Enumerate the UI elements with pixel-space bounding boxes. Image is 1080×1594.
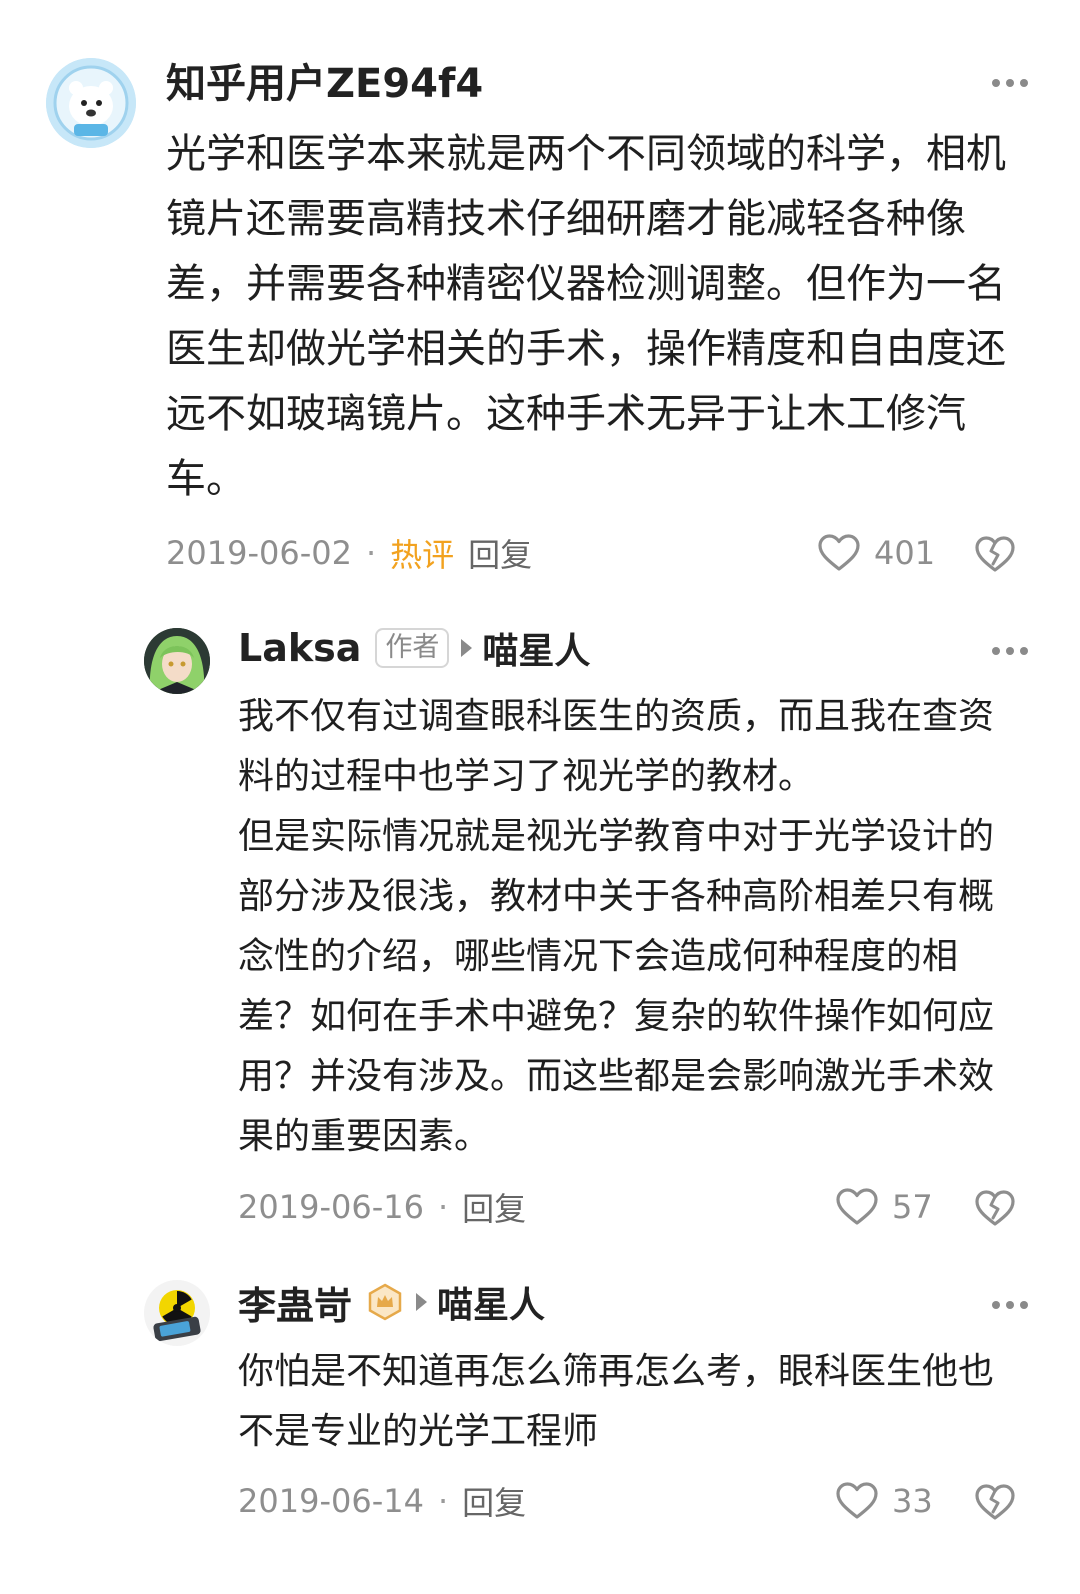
name-row: 知乎用户ZE94f4 [166,50,483,110]
reply-button[interactable]: 回复 [462,1478,526,1524]
like-count: 33 [892,1482,933,1520]
name-row: Laksa 作者 喵星人 [238,618,590,678]
comment-date: 2019-06-16 [238,1188,424,1226]
comment-date: 2019-06-14 [238,1482,424,1520]
author-badge: 作者 [375,628,450,668]
meta-separator: · [437,1188,449,1226]
comment-date: 2019-06-02 [166,534,352,572]
comment-2: Laksa 作者 喵星人 我不仅有过调查眼科医生的资质，而且我在查资料的过程中也… [0,600,1080,1240]
comment-text: 光学和医学本来就是两个不同领域的科学，相机镜片还需要高精技术仔细研磨才能减轻各种… [166,131,1006,502]
like-button[interactable]: 57 [836,1185,933,1229]
comment-1: 知乎用户ZE94f4 光学和医学本来就是两个不同领域的科学，相机镜片还需要高精技… [0,0,1080,590]
hot-comment-badge: 热评 [390,536,455,574]
comment-3: 李蛊岢 喵星人 你怕是不知道再怎么筛再怎么考，眼科医生他也不是专业的光学工程师 … [0,1255,1080,1555]
comment-text: 你怕是不知道再怎么筛再怎么考，眼科医生他也不是专业的光学工程师 [238,1351,995,1452]
meta-separator: · [437,1482,449,1520]
comment-meta: 2019-06-02 · 热评 回复 [166,530,532,576]
username[interactable]: 知乎用户ZE94f4 [166,51,483,109]
like-button[interactable]: 33 [836,1479,933,1523]
name-row: 李蛊岢 喵星人 [238,1272,545,1332]
like-count: 57 [892,1188,933,1226]
dislike-button[interactable] [975,535,1015,577]
like-button[interactable]: 401 [818,530,935,576]
reply-button[interactable]: 回复 [468,530,532,576]
broken-heart-icon [975,1190,1015,1226]
more-dots-icon[interactable] [992,647,1028,657]
heart-icon [818,534,860,571]
dislike-button[interactable] [975,1189,1015,1231]
comment-meta: 2019-06-14 · 回复 [238,1479,526,1523]
radiation-phone-avatar [144,1280,210,1346]
dislike-button[interactable] [975,1483,1015,1525]
broken-heart-icon [975,536,1015,572]
anime-girl-avatar [144,628,210,694]
heart-icon [836,1188,878,1225]
username[interactable]: 李蛊岢 [238,1275,352,1330]
reply-target-username[interactable]: 喵星人 [482,622,590,674]
crown-badge-icon [366,1283,404,1321]
reply-button[interactable]: 回复 [462,1184,526,1230]
polar-bear-astronaut-avatar [46,58,136,148]
avatar[interactable] [144,628,210,694]
avatar[interactable] [46,58,136,148]
more-dots-icon[interactable] [992,1301,1028,1311]
heart-icon [836,1482,878,1519]
more-dots-icon[interactable] [992,79,1028,89]
broken-heart-icon [975,1484,1015,1520]
comment-text: 我不仅有过调查眼科医生的资质，而且我在查资料的过程中也学习了视光学的教材。 但是… [238,696,995,1157]
avatar[interactable] [144,1280,210,1346]
comment-meta: 2019-06-16 · 回复 [238,1185,526,1229]
reply-target-username[interactable]: 喵星人 [437,1276,545,1328]
triangle-right-icon [461,639,473,657]
meta-separator: · [365,534,377,572]
like-count: 401 [874,534,936,572]
triangle-right-icon [416,1293,428,1311]
username[interactable]: Laksa [238,626,361,670]
